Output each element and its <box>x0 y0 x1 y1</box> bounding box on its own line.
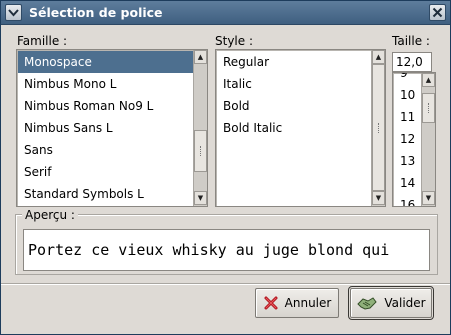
cancel-button[interactable]: Annuler <box>255 288 339 318</box>
scroll-down-button[interactable]: ▼ <box>422 191 435 205</box>
style-list-item[interactable]: Bold Italic <box>217 117 371 139</box>
size-input[interactable]: 12,0 <box>392 52 432 72</box>
cancel-button-label: Annuler <box>284 296 332 310</box>
scroll-down-button[interactable]: ▼ <box>372 191 385 205</box>
style-scrollbar[interactable]: ▲ ▼ <box>371 50 385 206</box>
family-list-item[interactable]: Nimbus Mono L <box>18 73 193 95</box>
size-list-item[interactable]: 12 <box>394 128 421 150</box>
family-label: Famille : <box>17 34 68 48</box>
size-list-item[interactable]: 16 <box>394 194 421 206</box>
size-list-item[interactable]: 13 <box>394 150 421 172</box>
chevron-down-icon <box>8 9 19 17</box>
style-list-item[interactable]: Regular <box>217 51 371 73</box>
size-list-item[interactable]: 11 <box>394 106 421 128</box>
scroll-down-button[interactable]: ▼ <box>194 191 207 205</box>
size-list-item[interactable]: 10 <box>394 84 421 106</box>
family-list-item[interactable]: Nimbus Sans L <box>18 117 193 139</box>
ok-button-label: Valider <box>384 296 426 310</box>
preview-text-entry[interactable]: Portez ce vieux whisky au juge blond qui <box>23 229 430 271</box>
close-icon <box>432 7 443 18</box>
scroll-up-button[interactable]: ▲ <box>372 50 385 64</box>
window-title: Sélection de police <box>29 5 163 20</box>
family-list-item[interactable]: Nimbus Roman No9 L <box>18 95 193 117</box>
cancel-x-icon <box>264 296 278 310</box>
family-list[interactable]: Monospace Nimbus Mono L Nimbus Roman No9 L… <box>16 49 208 207</box>
separator <box>1 283 450 285</box>
preview-label: Aperçu : <box>22 208 78 222</box>
style-label: Style : <box>215 34 253 48</box>
scroll-thumb[interactable] <box>372 64 385 191</box>
scroll-up-button[interactable]: ▲ <box>422 73 435 87</box>
window-menu-button[interactable] <box>5 4 22 21</box>
scroll-thumb[interactable] <box>194 130 207 172</box>
ok-handshake-icon <box>357 297 378 310</box>
size-list-item[interactable]: 9 <box>394 73 421 84</box>
style-list-item[interactable]: Italic <box>217 73 371 95</box>
font-selection-dialog: Sélection de police Famille : Monospace N… <box>0 0 451 335</box>
close-window-button[interactable] <box>429 4 446 21</box>
family-list-item[interactable]: Standard Symbols L <box>18 183 193 205</box>
size-scrollbar[interactable]: ▲ ▼ <box>421 73 435 206</box>
family-list-item[interactable]: Serif <box>18 161 193 183</box>
scroll-up-button[interactable]: ▲ <box>194 50 207 64</box>
size-list[interactable]: 9 10 11 12 13 14 16 ▲ ▼ <box>392 72 436 207</box>
size-list-item[interactable]: 14 <box>394 172 421 194</box>
style-list[interactable]: Regular Italic Bold Bold Italic ▲ ▼ <box>215 49 386 207</box>
style-list-item[interactable]: Bold <box>217 95 371 117</box>
scroll-thumb[interactable] <box>422 93 435 123</box>
title-bar[interactable]: Sélection de police <box>1 1 450 25</box>
ok-button[interactable]: Valider <box>348 286 434 320</box>
family-list-item[interactable]: Monospace <box>18 51 193 73</box>
size-label: Taille : <box>392 34 430 48</box>
family-list-item[interactable]: Sans <box>18 139 193 161</box>
family-scrollbar[interactable]: ▲ ▼ <box>193 50 207 206</box>
